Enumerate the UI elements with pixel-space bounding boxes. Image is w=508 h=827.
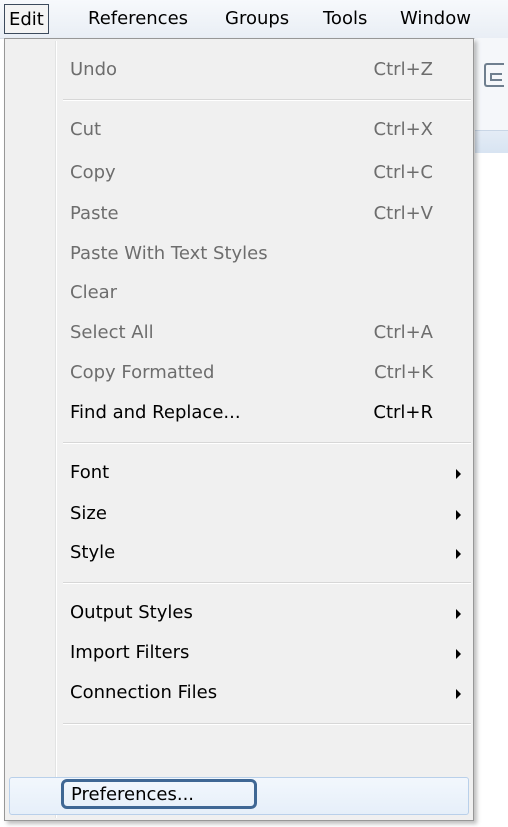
menu-item-shortcut: Ctrl+R (373, 402, 433, 423)
submenu-arrow-icon (456, 549, 461, 559)
menu-item-font[interactable]: Font (7, 454, 471, 492)
background-header-strip (475, 130, 508, 153)
submenu-arrow-icon (456, 649, 461, 659)
menu-item-label: Cut (70, 119, 102, 140)
menu-item-label: Font (70, 462, 110, 483)
menu-item-label: Select All (70, 322, 154, 343)
menu-item-label: Preferences... (71, 784, 195, 805)
menu-window[interactable]: Window (400, 4, 471, 34)
menu-references[interactable]: References (88, 4, 188, 34)
menu-item-undo[interactable]: Undo Ctrl+Z (7, 51, 471, 89)
menu-groups[interactable]: Groups (225, 4, 289, 34)
menu-item-shortcut: Ctrl+K (374, 362, 433, 383)
submenu-arrow-icon (456, 609, 461, 619)
submenu-arrow-icon (456, 510, 461, 520)
menu-item-label: Connection Files (70, 682, 218, 703)
menu-separator (63, 442, 471, 444)
menu-item-label: Paste With Text Styles (70, 243, 268, 264)
menu-separator (63, 99, 471, 101)
menu-item-paste[interactable]: Paste Ctrl+V (7, 195, 471, 233)
menu-item-shortcut: Ctrl+V (373, 203, 433, 224)
menu-item-label: Import Filters (70, 642, 190, 663)
menu-item-label: Undo (70, 59, 118, 80)
menu-item-connection-files[interactable]: Connection Files (7, 674, 471, 712)
submenu-arrow-icon (456, 689, 461, 699)
menu-item-size[interactable]: Size (7, 495, 471, 533)
menu-item-shortcut: Ctrl+A (373, 322, 433, 343)
application-window: Edit References Groups Tools Window Undo… (0, 0, 508, 827)
menu-item-copy-formatted[interactable]: Copy Formatted Ctrl+K (7, 354, 471, 392)
menu-item-label: Style (70, 542, 116, 563)
menu-item-preferences[interactable]: Preferences... (9, 777, 469, 815)
menu-item-import-filters[interactable]: Import Filters (7, 634, 471, 672)
menu-item-label: Copy Formatted (70, 362, 215, 383)
menu-bar: Edit References Groups Tools Window (0, 0, 508, 39)
menu-item-label: Clear (70, 282, 118, 303)
menu-item-style[interactable]: Style (7, 534, 471, 572)
menu-separator (63, 723, 471, 725)
menu-item-label: Copy (70, 162, 116, 183)
menu-item-shortcut: Ctrl+Z (373, 59, 433, 80)
menu-tools[interactable]: Tools (323, 4, 367, 34)
menu-item-label: Find and Replace... (70, 402, 241, 423)
menu-item-shortcut: Ctrl+C (373, 162, 433, 183)
edit-menu-dropdown: Undo Ctrl+Z Cut Ctrl+X Copy Ctrl+C Paste… (4, 38, 474, 821)
menu-item-shortcut: Ctrl+X (373, 119, 433, 140)
menu-item-cut[interactable]: Cut Ctrl+X (7, 111, 471, 149)
menu-edit[interactable]: Edit (4, 4, 49, 34)
window-layout-icon[interactable] (484, 63, 504, 87)
menu-item-label: Paste (70, 203, 119, 224)
menu-item-paste-with-text-styles[interactable]: Paste With Text Styles (7, 235, 471, 273)
submenu-arrow-icon (456, 469, 461, 479)
menu-item-output-styles[interactable]: Output Styles (7, 594, 471, 632)
menu-item-label: Size (70, 503, 107, 524)
menu-item-copy[interactable]: Copy Ctrl+C (7, 154, 471, 192)
menu-item-label: Output Styles (70, 602, 193, 623)
menu-separator (63, 582, 471, 584)
menu-item-find-and-replace[interactable]: Find and Replace... Ctrl+R (7, 394, 471, 432)
menu-item-select-all[interactable]: Select All Ctrl+A (7, 314, 471, 352)
menu-item-clear[interactable]: Clear (7, 274, 471, 312)
